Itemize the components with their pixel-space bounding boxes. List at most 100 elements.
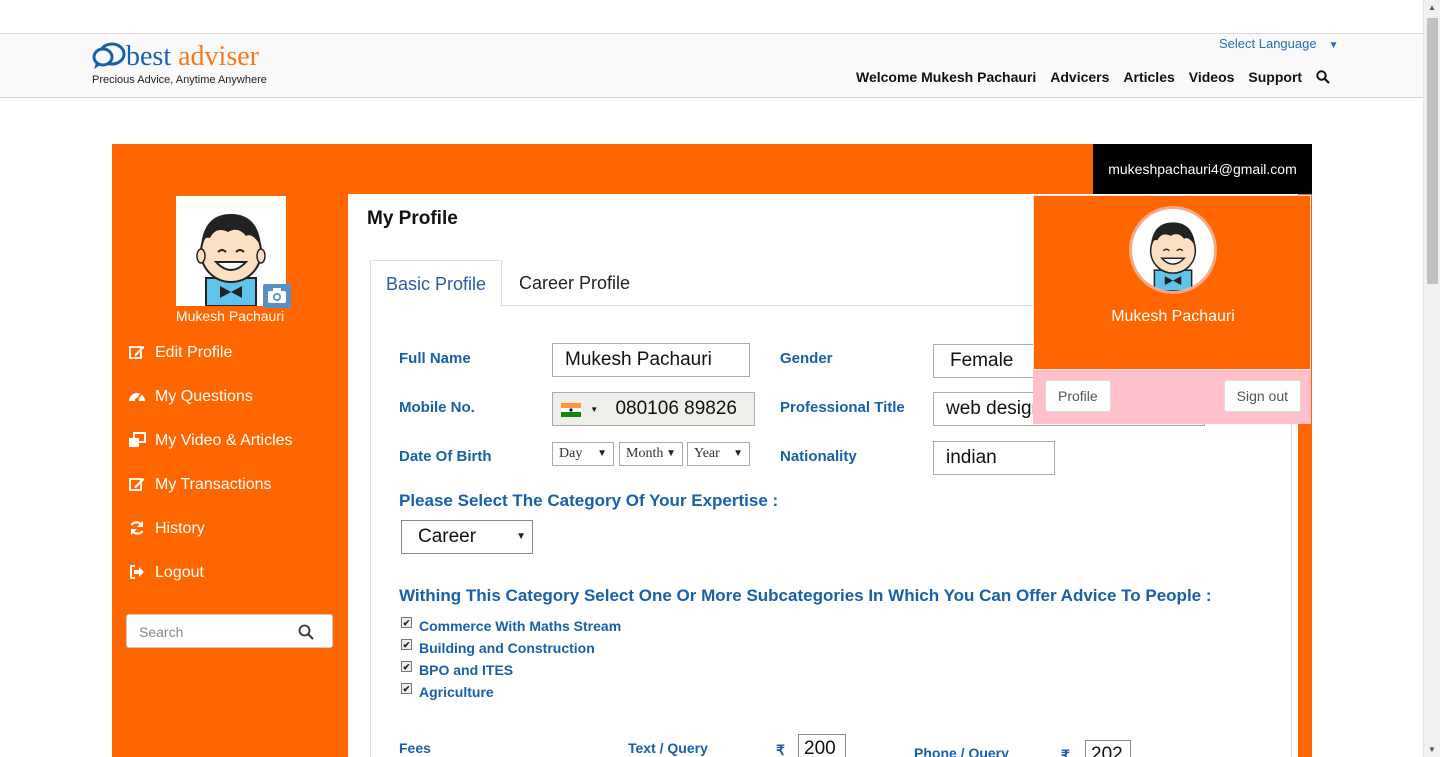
subcategory-heading: Withing This Category Select One Or More…: [399, 586, 1212, 605]
sign-out-button[interactable]: Sign out: [1223, 380, 1301, 412]
logo-tagline: Precious Advice, Anytime Anywhere: [92, 74, 267, 86]
account-dropdown-footer: Profile Sign out: [1033, 370, 1311, 424]
checkbox-checked-icon[interactable]: ✔: [401, 638, 412, 650]
subcategory-checkbox[interactable]: ✔ Commerce With Maths Stream: [401, 616, 621, 634]
tab-basic-profile[interactable]: Basic Profile: [370, 260, 503, 307]
profile-button[interactable]: Profile: [1045, 380, 1111, 412]
nationality-input[interactable]: indian: [933, 441, 1055, 475]
panel-edge: [1298, 424, 1312, 757]
account-dropdown-header: Mukesh Pachauri: [1033, 195, 1311, 370]
user-email: mukeshpachauri4@gmail.com: [1093, 144, 1312, 194]
subcategory-label: Agriculture: [419, 684, 494, 700]
sidebar-item-edit-profile[interactable]: Edit Profile: [126, 344, 293, 388]
search-placeholder: Search: [139, 624, 184, 640]
subcategory-label: Building and Construction: [419, 640, 595, 656]
edit-icon: [126, 344, 148, 365]
gender-label: Gender: [780, 350, 833, 367]
chevron-down-icon: ▼: [1328, 40, 1339, 51]
full-name-input[interactable]: Mukesh Pachauri: [552, 343, 750, 377]
subcategory-label: BPO and ITES: [419, 662, 514, 678]
fees-label: Fees: [399, 740, 431, 756]
dropdown-arrow-icon: ▼: [663, 443, 676, 465]
dashboard-icon: [126, 388, 148, 409]
avatar: [1129, 206, 1217, 294]
sidebar-item-transactions[interactable]: My Transactions: [126, 476, 293, 520]
phone-query-label: Phone / Query: [914, 745, 1009, 757]
sidebar-item-label: History: [155, 520, 205, 537]
mobile-label: Mobile No.: [399, 399, 475, 416]
india-flag-icon[interactable]: [561, 396, 581, 417]
language-label: Select Language: [1219, 36, 1317, 51]
checkbox-checked-icon[interactable]: ✔: [401, 660, 412, 672]
page-scrollbar[interactable]: ▲ ▼: [1423, 0, 1440, 757]
nav-articles[interactable]: Articles: [1123, 69, 1174, 85]
mobile-value: 080106 89826: [615, 398, 737, 419]
logo-text-best: best: [126, 41, 172, 72]
checkbox-checked-icon[interactable]: ✔: [401, 616, 412, 628]
checkbox-checked-icon[interactable]: ✔: [401, 682, 412, 694]
rupee-icon: ₹: [1061, 747, 1070, 757]
sidebar-item-label: Logout: [155, 564, 204, 581]
search-icon[interactable]: [298, 624, 314, 640]
full-name-label: Full Name: [399, 350, 471, 367]
site-logo[interactable]: best adviser Precious Advice, Anytime An…: [92, 41, 267, 87]
dob-month-value: Month: [626, 446, 664, 461]
speech-bubble-icon: [92, 42, 126, 69]
gender-select[interactable]: Female: [933, 344, 1043, 378]
main-nav: Welcome Mukesh Pachauri Advicers Article…: [856, 69, 1330, 85]
header-bar: best adviser Precious Advice, Anytime An…: [0, 33, 1423, 98]
clone-icon: [126, 432, 148, 453]
dropdown-arrow-icon: ▼: [733, 448, 743, 459]
subcategory-checkbox[interactable]: ✔ BPO and ITES: [401, 660, 514, 678]
sidebar-item-video-articles[interactable]: My Video & Articles: [126, 432, 293, 476]
sidebar-item-logout[interactable]: Logout: [126, 564, 293, 608]
sidebar-item-label: My Video & Articles: [155, 432, 293, 449]
camera-icon[interactable]: [263, 284, 291, 308]
sidebar-item-label: My Transactions: [155, 476, 272, 493]
page: best adviser Precious Advice, Anytime An…: [0, 0, 1440, 757]
sidebar-search-input[interactable]: Search: [126, 614, 333, 648]
account-dropdown: Mukesh Pachauri Profile Sign out: [1033, 195, 1311, 424]
dob-month-select[interactable]: Month ▼: [619, 442, 683, 466]
phone-query-fee-input[interactable]: 202: [1085, 740, 1131, 757]
subcategory-checkbox[interactable]: ✔ Agriculture: [401, 682, 494, 700]
flag-dropdown-icon: ▼: [590, 405, 599, 414]
nav-welcome[interactable]: Welcome Mukesh Pachauri: [856, 69, 1036, 85]
logo-text-adviser: adviser: [178, 41, 259, 72]
edit-icon: [126, 476, 148, 497]
sidebar-item-history[interactable]: History: [126, 520, 293, 564]
dob-day-value: Day: [559, 446, 583, 461]
tab-career-profile[interactable]: Career Profile: [504, 260, 645, 307]
language-selector[interactable]: Select Language ▼: [1219, 36, 1339, 51]
mobile-input[interactable]: ▼ 080106 89826: [552, 392, 755, 426]
nav-videos[interactable]: Videos: [1189, 69, 1235, 85]
sidebar-item-my-questions[interactable]: My Questions: [126, 388, 293, 432]
scrollbar-thumb[interactable]: [1427, 18, 1438, 284]
sign-out-icon: [126, 564, 148, 585]
text-query-fee-input[interactable]: 200: [798, 734, 846, 757]
category-select[interactable]: Career ▼: [401, 520, 533, 554]
category-heading: Please Select The Category Of Your Exper…: [399, 491, 779, 510]
page-title: My Profile: [367, 208, 458, 229]
dropdown-arrow-icon: ▼: [597, 448, 607, 459]
scroll-up-icon[interactable]: ▲: [1428, 3, 1436, 12]
refresh-icon: [126, 520, 148, 541]
search-icon[interactable]: [1316, 70, 1330, 84]
subcategory-checkbox[interactable]: ✔ Building and Construction: [401, 638, 595, 656]
dob-label: Date Of Birth: [399, 448, 492, 465]
category-value: Career: [418, 526, 477, 547]
nav-advicers[interactable]: Advicers: [1050, 69, 1109, 85]
text-query-label: Text / Query: [628, 740, 708, 756]
sidebar-user-name: Mukesh Pachauri: [175, 308, 285, 324]
dob-day-select[interactable]: Day ▼: [552, 442, 614, 466]
dropdown-user-name: Mukesh Pachauri: [1111, 308, 1235, 325]
scroll-down-icon[interactable]: ▼: [1428, 745, 1436, 754]
dob-year-select[interactable]: Year ▼: [687, 442, 750, 466]
dob-year-value: Year: [694, 446, 720, 461]
professional-title-label: Professional Title: [780, 399, 905, 416]
sidebar-menu: Edit Profile My Questions My Video & Art…: [126, 344, 293, 608]
sidebar-item-label: My Questions: [155, 388, 253, 405]
nav-support[interactable]: Support: [1248, 69, 1302, 85]
dropdown-arrow-icon: ▼: [516, 531, 526, 542]
nationality-label: Nationality: [780, 448, 857, 465]
